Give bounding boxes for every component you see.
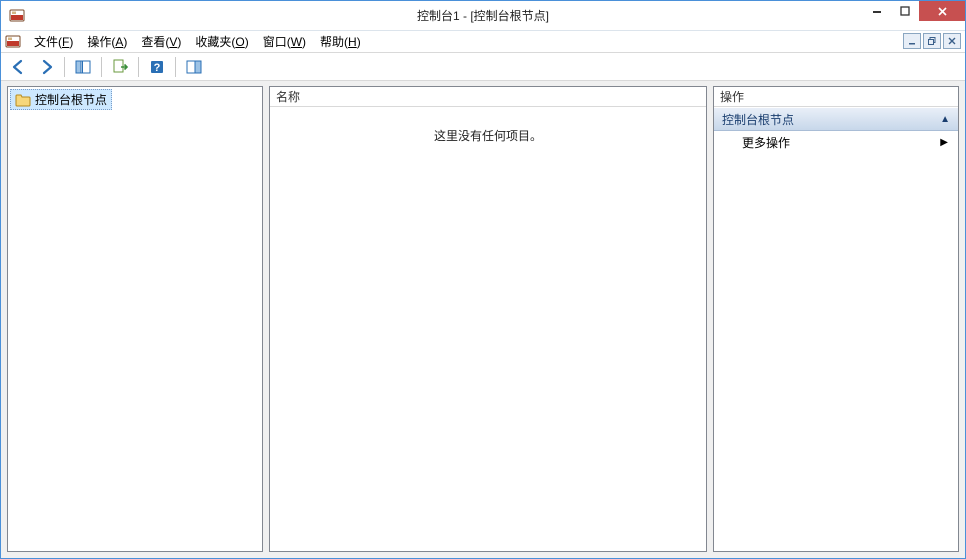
show-hide-action-pane-button[interactable] [182,55,206,79]
toolbar-separator [64,57,65,77]
toolbar: ? [1,53,965,81]
menu-action-close: ) [123,35,127,49]
actions-header: 操作 [714,87,958,107]
app-window: 控制台1 - [控制台根节点] 文件(F) 操作(A) 查看(V) 收藏夹(O) [0,0,966,559]
collapse-up-icon: ▲ [940,114,950,125]
actions-body: 控制台根节点 ▲ 更多操作 ▶ [714,107,958,551]
menu-file[interactable]: 文件(F) [27,31,80,52]
mdi-minimize-button[interactable] [903,33,921,49]
menu-action[interactable]: 操作(A) [80,31,134,52]
menu-favorites[interactable]: 收藏夹(O) [188,31,255,52]
actions-group-label: 控制台根节点 [722,111,794,128]
mdi-close-button[interactable] [943,33,961,49]
actions-more-label: 更多操作 [742,134,790,151]
forward-button[interactable] [34,55,58,79]
folder-icon [15,93,31,107]
list-body: 这里没有任何项目。 [270,107,706,551]
export-list-button[interactable] [108,55,132,79]
back-button[interactable] [7,55,31,79]
menu-window-close: ) [302,35,306,49]
actions-group-title[interactable]: 控制台根节点 ▲ [714,107,958,131]
menu-view-close: ) [177,35,181,49]
menu-fav-close: ) [245,35,249,49]
help-button[interactable]: ? [145,55,169,79]
titlebar: 控制台1 - [控制台根节点] [1,1,965,31]
svg-text:?: ? [154,62,161,74]
mdi-app-icon [5,34,21,50]
menu-view-text: 查看( [141,35,169,49]
menu-window[interactable]: 窗口(W) [256,31,313,52]
menu-file-close: ) [69,35,73,49]
tree-root-item[interactable]: 控制台根节点 [10,89,112,110]
main-area: 控制台根节点 名称 这里没有任何项目。 操作 控制台根节点 ▲ [1,81,965,558]
menu-fav-text: 收藏夹( [195,35,235,49]
maximize-button[interactable] [891,1,919,21]
actions-header-label: 操作 [720,88,744,105]
menu-view[interactable]: 查看(V) [134,31,188,52]
show-hide-tree-button[interactable] [71,55,95,79]
tree-pane: 控制台根节点 [7,86,263,552]
toolbar-separator [175,57,176,77]
list-pane: 名称 这里没有任何项目。 [269,86,707,552]
toolbar-separator [138,57,139,77]
window-buttons [863,1,965,30]
tree-body: 控制台根节点 [8,87,262,551]
list-empty-text: 这里没有任何项目。 [434,129,542,143]
tree-root-label: 控制台根节点 [35,91,107,108]
menu-file-text: 文件( [34,35,62,49]
actions-pane: 操作 控制台根节点 ▲ 更多操作 ▶ [713,86,959,552]
menu-help-text: 帮助( [320,35,348,49]
close-button[interactable] [919,1,965,21]
minimize-button[interactable] [863,1,891,21]
toolbar-separator [101,57,102,77]
submenu-arrow-icon: ▶ [940,137,948,148]
list-header-label: 名称 [276,88,300,105]
window-title: 控制台1 - [控制台根节点] [1,7,965,24]
menu-fav-accel: O [235,35,244,49]
menubar: 文件(F) 操作(A) 查看(V) 收藏夹(O) 窗口(W) 帮助(H) [1,31,965,53]
menu-window-text: 窗口( [263,35,291,49]
actions-more-item[interactable]: 更多操作 ▶ [714,131,958,153]
mdi-restore-button[interactable] [923,33,941,49]
list-header[interactable]: 名称 [270,87,706,107]
menu-help-accel: H [348,35,357,49]
menu-help[interactable]: 帮助(H) [313,31,368,52]
menu-action-text: 操作( [87,35,115,49]
menu-help-close: ) [357,35,361,49]
app-icon [9,8,25,24]
mdi-buttons [903,33,961,49]
menu-window-accel: W [291,35,302,49]
